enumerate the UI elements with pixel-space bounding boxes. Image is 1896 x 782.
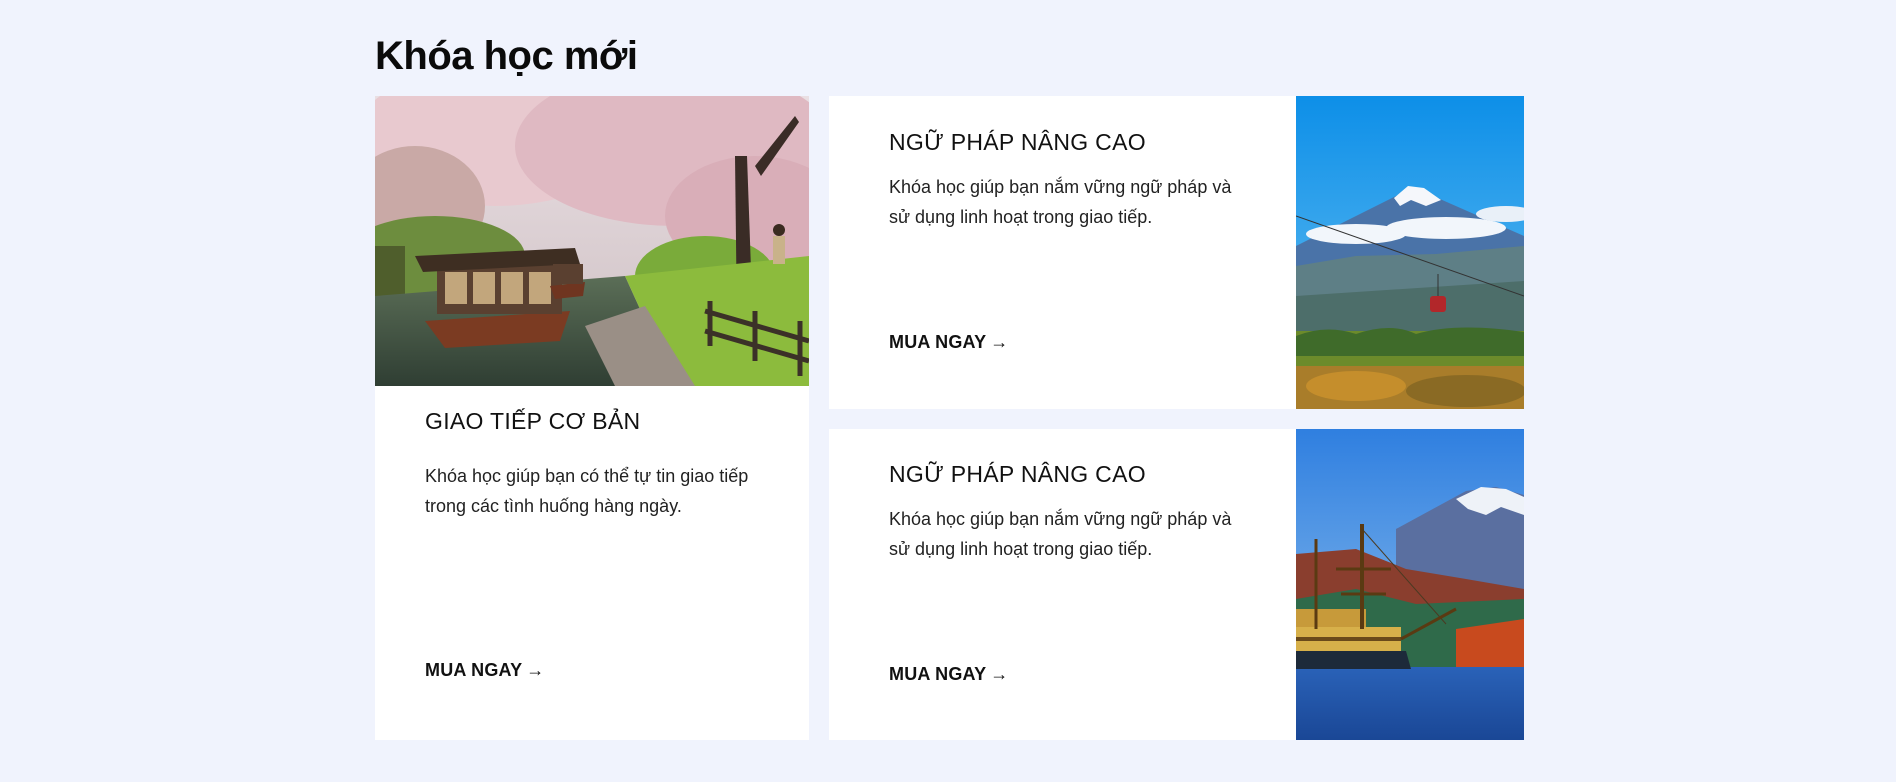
course-image-cherry-blossom-canal[interactable]: [375, 96, 809, 386]
course-description: Khóa học giúp bạn nắm vững ngữ pháp và s…: [889, 177, 1232, 227]
arrow-right-icon: →: [526, 660, 545, 680]
course-title: NGỮ PHÁP NÂNG CAO: [889, 461, 1146, 487]
course-title: NGỮ PHÁP NÂNG CAO: [889, 129, 1146, 155]
buy-now-label: MUA NGAY: [425, 660, 523, 680]
buy-now-link[interactable]: MUA NGAY →: [889, 332, 1008, 353]
course-description: Khóa học giúp bạn nắm vững ngữ pháp và s…: [889, 509, 1232, 559]
buy-now-link[interactable]: MUA NGAY →: [425, 660, 544, 681]
course-title: GIAO TIẾP CƠ BẢN: [425, 408, 641, 434]
course-image-fuji-pirate-ship[interactable]: [1296, 429, 1524, 740]
course-image-fuji-ropeway[interactable]: [1296, 96, 1524, 409]
buy-now-label: MUA NGAY: [889, 332, 987, 352]
buy-now-label: MUA NGAY: [889, 664, 987, 684]
section-title: Khóa học mới: [375, 34, 638, 78]
course-description: Khóa học giúp bạn có thể tự tin giao tiế…: [425, 466, 749, 516]
buy-now-link[interactable]: MUA NGAY →: [889, 664, 1008, 685]
course-card-ngu-phap-1[interactable]: NGỮ PHÁP NÂNG CAO Khóa học giúp bạn nắm …: [829, 96, 1524, 409]
course-card-giao-tiep[interactable]: GIAO TIẾP CƠ BẢN Khóa học giúp bạn có th…: [375, 96, 809, 740]
arrow-right-icon: →: [990, 332, 1009, 352]
course-card-ngu-phap-2[interactable]: NGỮ PHÁP NÂNG CAO Khóa học giúp bạn nắm …: [829, 429, 1524, 740]
arrow-right-icon: →: [990, 664, 1009, 684]
